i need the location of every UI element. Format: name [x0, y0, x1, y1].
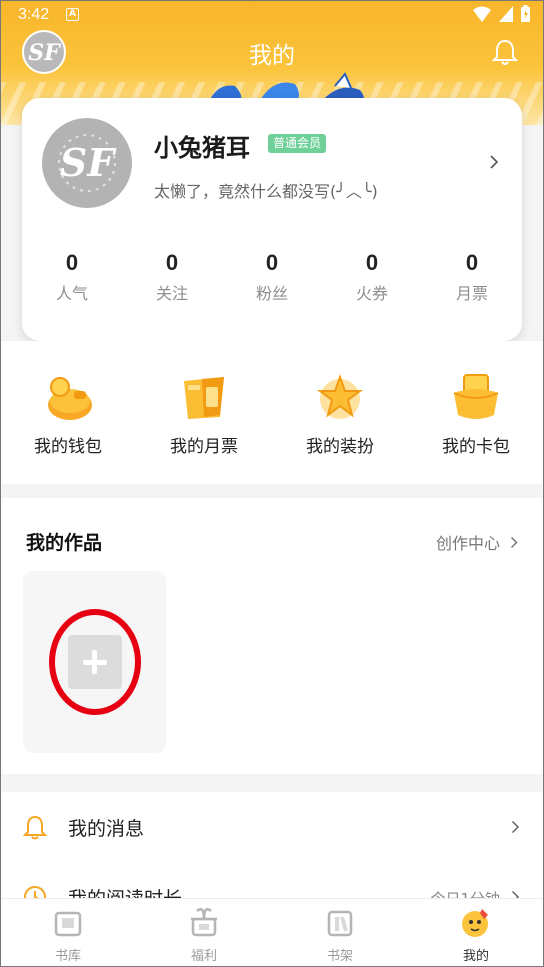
- menu-item-messages[interactable]: 我的消息: [0, 792, 544, 862]
- bookshelf-icon: [327, 910, 353, 937]
- profile-mascot-icon: [462, 909, 488, 937]
- nav-label: 我的: [462, 949, 489, 964]
- section-title: 我的作品: [26, 532, 103, 554]
- stat-label: 火券: [355, 284, 388, 303]
- stats-row: 0 人气 0 关注 0 粉丝 0 火券 0 月票: [22, 250, 522, 304]
- card-pack-icon: [453, 374, 499, 419]
- sf-logo-icon: SF: [58, 134, 117, 192]
- battery-icon: [521, 5, 530, 22]
- menu-label: 我的消息: [68, 818, 145, 840]
- wallet-icon: [48, 377, 92, 420]
- quick-actions: 我的钱包 我的月票 我的装扮 我的卡包: [0, 341, 544, 484]
- wifi-icon: [473, 6, 491, 22]
- nav-label: 书库: [54, 949, 81, 964]
- gift-icon: [191, 908, 217, 937]
- my-card-pack-button[interactable]: 我的卡包: [408, 369, 544, 457]
- quick-label: 我的月票: [170, 437, 238, 457]
- signal-icon: [499, 5, 513, 22]
- stat-value: 0: [465, 250, 479, 275]
- quick-label: 我的钱包: [34, 437, 102, 457]
- nav-item-me[interactable]: 我的: [408, 899, 544, 967]
- nav-label: 福利: [190, 949, 217, 964]
- svg-text:SF: SF: [60, 140, 117, 185]
- creation-center-link[interactable]: 创作中心: [436, 530, 518, 554]
- nav-item-bookshelf[interactable]: 书架: [272, 899, 408, 967]
- stat-label: 月票: [455, 284, 488, 303]
- quick-label: 我的卡包: [442, 437, 510, 457]
- notification-a-icon: A: [66, 8, 79, 21]
- stat-label: 粉丝: [255, 284, 288, 303]
- stat-fans[interactable]: 0 粉丝: [222, 250, 322, 304]
- my-monthly-ticket-button[interactable]: 我的月票: [136, 369, 272, 457]
- status-time: 3:42: [18, 6, 50, 23]
- username: 小兔猪耳: [154, 134, 250, 162]
- annotation-circle: [49, 609, 141, 715]
- status-icons: [473, 5, 530, 22]
- library-icon: [54, 911, 82, 937]
- stat-label: 关注: [155, 284, 188, 303]
- stat-value: 0: [265, 250, 279, 275]
- status-bar: 3:42 A: [0, 0, 544, 30]
- creation-center-label: 创作中心: [435, 534, 500, 553]
- bio-text: 太懒了，竟然什么都没写(╯︿╰): [154, 182, 378, 201]
- monthly-ticket-icon: [184, 377, 224, 419]
- my-dressup-button[interactable]: 我的装扮: [272, 369, 408, 457]
- stat-popularity[interactable]: 0 人气: [22, 250, 122, 304]
- stat-value: 0: [365, 250, 379, 275]
- avatar[interactable]: SF: [42, 118, 132, 208]
- notification-bell-icon[interactable]: [492, 38, 518, 66]
- chevron-right-icon: [511, 820, 520, 834]
- my-wallet-button[interactable]: 我的钱包: [0, 369, 136, 457]
- chevron-right-icon: [510, 536, 518, 548]
- nav-label: 书架: [326, 949, 353, 964]
- nav-item-welfare[interactable]: 福利: [136, 899, 272, 967]
- stat-value: 0: [165, 250, 179, 275]
- stat-following[interactable]: 0 关注: [122, 250, 222, 304]
- bottom-nav: 书库 福利 书架 我的: [0, 898, 544, 967]
- stat-label: 人气: [55, 284, 88, 303]
- profile-card[interactable]: SF 小兔猪耳 普通会员 太懒了，竟然什么都没写(╯︿╰) 0 人气 0 关注 …: [22, 98, 522, 341]
- nav-item-library[interactable]: 书库: [0, 899, 136, 967]
- stat-fire-coupons[interactable]: 0 火券: [322, 250, 422, 304]
- stat-monthly-tickets[interactable]: 0 月票: [422, 250, 522, 304]
- stat-value: 0: [65, 250, 79, 275]
- page-title: 我的: [249, 43, 295, 69]
- quick-label: 我的装扮: [306, 437, 374, 457]
- dressup-star-icon: [317, 374, 363, 419]
- member-badge: 普通会员: [268, 134, 327, 153]
- chevron-right-icon[interactable]: [489, 154, 499, 170]
- bell-icon: [23, 815, 47, 840]
